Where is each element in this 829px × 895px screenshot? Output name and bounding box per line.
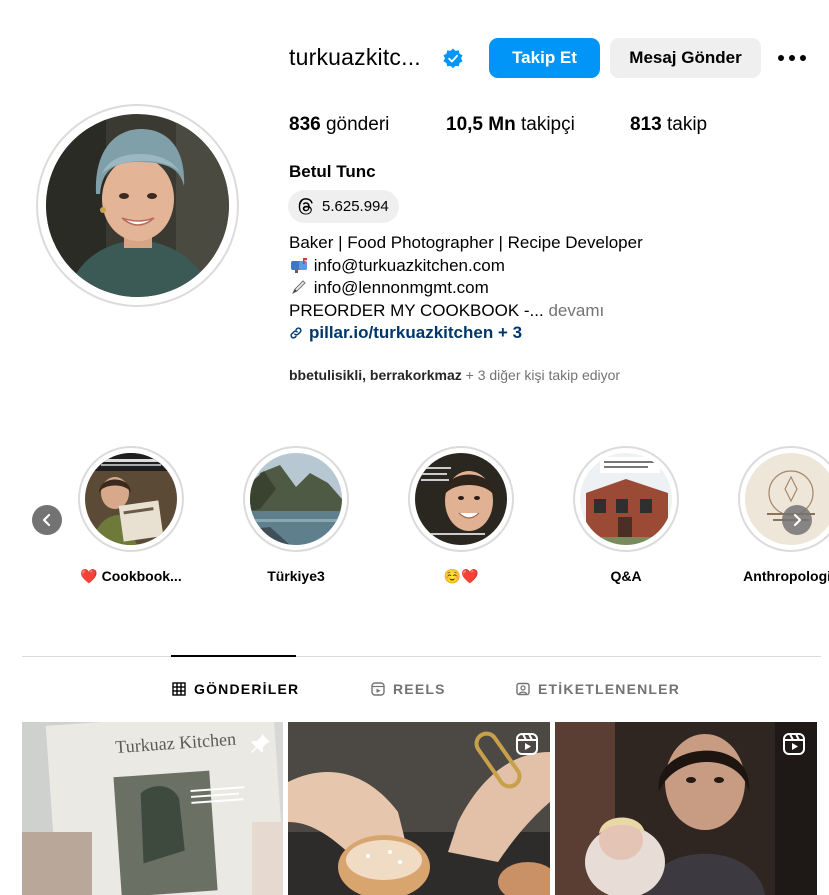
highlight-item[interactable]: Anthropologie — [738, 446, 829, 584]
highlight-label: ❤️ Cookbook... — [80, 568, 182, 584]
highlight-item[interactable]: Q&A — [573, 446, 679, 584]
bio-link-text: pillar.io/turkuazkitchen + 3 — [309, 323, 523, 342]
posts-label: gönderi — [325, 114, 390, 135]
followers-stat[interactable]: 10,5 Mn takipçi — [446, 114, 575, 136]
highlight-cover — [85, 453, 177, 545]
reels-icon — [371, 682, 385, 696]
highlight-item[interactable]: ☺️❤️ — [408, 446, 514, 584]
tagged-icon — [516, 682, 530, 696]
more-dot — [778, 55, 784, 61]
profile-bio: Baker | Food Photographer | Recipe Devel… — [289, 232, 809, 345]
more-dot — [800, 55, 806, 61]
highlight-ring[interactable] — [243, 446, 349, 552]
bio-email-line: info@turkuazkitchen.com — [289, 255, 809, 278]
highlight-ring[interactable] — [408, 446, 514, 552]
profile-avatar-ring[interactable] — [36, 104, 239, 307]
profile-full-name: Betul Tunc — [289, 162, 376, 181]
follow-button[interactable]: Takip Et — [489, 38, 600, 78]
tab-label: ETİKETLENENLER — [538, 681, 681, 697]
pen-icon — [289, 277, 309, 300]
highlight-label: ☺️❤️ — [443, 568, 479, 584]
following-label: takip — [666, 114, 708, 135]
post-image — [288, 722, 550, 895]
grid-icon — [172, 682, 186, 696]
bio-more-link[interactable]: devamı — [548, 301, 604, 320]
more-dot — [789, 55, 795, 61]
chevron-left-icon — [42, 514, 51, 526]
pin-icon — [251, 734, 270, 753]
highlight-ring[interactable] — [573, 446, 679, 552]
threads-badge[interactable]: 5.625.994 — [288, 190, 399, 223]
highlight-item[interactable]: ❤️ Cookbook... — [78, 446, 184, 584]
followers-label: takipçi — [520, 114, 575, 135]
bio-line: Baker | Food Photographer | Recipe Devel… — [289, 233, 643, 252]
bio-email-2: info@lennonmgmt.com — [313, 278, 489, 297]
mailbox-icon — [289, 255, 309, 278]
link-icon — [290, 327, 302, 339]
profile-username: turkuazkitc... — [289, 44, 421, 70]
post-thumbnail[interactable]: Turkuaz Kitchen — [22, 722, 283, 895]
following-stat[interactable]: 813 takip — [630, 114, 707, 136]
post-thumbnail[interactable] — [555, 722, 817, 895]
post-image — [555, 722, 817, 895]
bio-preorder-line: PREORDER MY COOKBOOK -... devamı — [289, 300, 809, 323]
message-button[interactable]: Mesaj Gönder — [610, 38, 761, 78]
profile-avatar — [46, 114, 229, 297]
following-count: 813 — [630, 114, 662, 135]
highlight-label: Q&A — [610, 568, 642, 584]
threads-icon — [298, 197, 313, 214]
highlights-prev-button[interactable] — [32, 505, 62, 535]
bio-email-1: info@turkuazkitchen.com — [313, 255, 505, 275]
tab-posts[interactable]: GÖNDERİLER — [172, 681, 299, 697]
threads-count: 5.625.994 — [322, 198, 389, 215]
post-thumbnail[interactable] — [288, 722, 550, 895]
highlight-item[interactable]: Türkiye3 — [243, 446, 349, 584]
followed-by-rest: + 3 diğer kişi takip ediyor — [465, 367, 621, 383]
active-tab-indicator — [171, 655, 296, 657]
highlight-cover — [415, 453, 507, 545]
highlight-cover — [250, 453, 342, 545]
reels-icon — [516, 733, 538, 755]
highlights-next-button[interactable] — [782, 505, 812, 535]
tab-tagged[interactable]: ETİKETLENENLER — [516, 681, 680, 697]
followed-by-names: bbetulisikli, berrakorkmaz — [289, 367, 462, 383]
more-options-icon[interactable] — [775, 46, 809, 70]
followed-by[interactable]: bbetulisikli, berrakorkmaz + 3 diğer kiş… — [289, 367, 620, 383]
highlight-label: Türkiye3 — [267, 568, 325, 584]
tab-reels[interactable]: REELS — [371, 681, 446, 697]
highlight-ring[interactable] — [78, 446, 184, 552]
bio-email-line: info@lennonmgmt.com — [289, 277, 809, 300]
verified-badge-icon — [443, 48, 463, 69]
followers-count: 10,5 Mn — [446, 114, 516, 135]
tab-label: REELS — [393, 681, 446, 697]
posts-count: 836 — [289, 114, 321, 135]
tabs-divider — [22, 656, 821, 657]
tab-label: GÖNDERİLER — [194, 681, 300, 697]
highlight-ring[interactable] — [738, 446, 829, 552]
post-image: Turkuaz Kitchen — [22, 722, 283, 895]
highlight-label: Anthropologie — [743, 568, 829, 584]
chevron-right-icon — [793, 514, 802, 526]
bio-preorder-text: PREORDER MY COOKBOOK -... — [289, 300, 544, 320]
posts-stat: 836 gönderi — [289, 114, 389, 136]
bio-external-link[interactable]: pillar.io/turkuazkitchen + 3 — [289, 322, 809, 345]
reels-icon — [783, 733, 805, 755]
highlight-cover — [580, 453, 672, 545]
